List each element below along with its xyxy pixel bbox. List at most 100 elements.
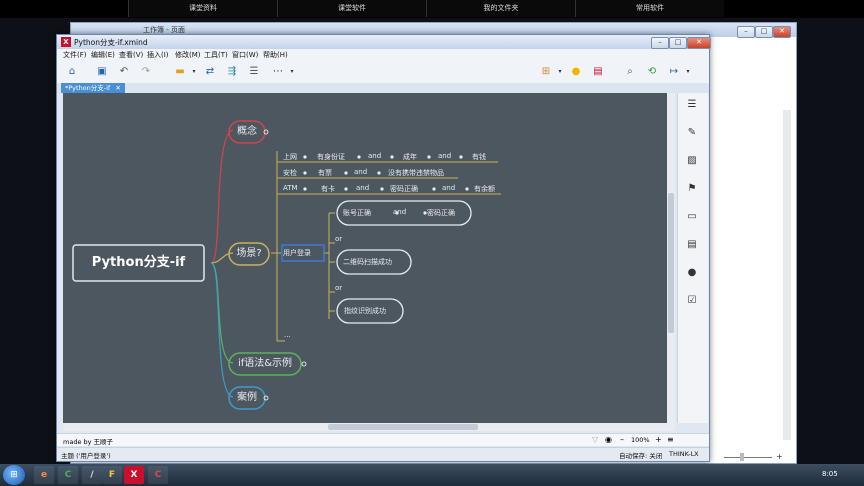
scene-and[interactable]: and — [368, 152, 381, 160]
scene-and[interactable]: and — [438, 152, 451, 160]
branch-if-syntax[interactable]: if语法&示例 — [229, 353, 301, 375]
scene-cond[interactable]: 有钱 — [472, 152, 486, 162]
cloud-password-correct[interactable]: 密码正确 — [427, 208, 455, 218]
horizontal-scroll-thumb[interactable] — [328, 424, 478, 430]
branch-concept[interactable]: 概念 — [229, 121, 265, 143]
share-icon[interactable]: ⟲ — [645, 65, 659, 79]
menu-window[interactable]: 窗口(W) — [232, 50, 258, 60]
bulb-icon[interactable]: ● — [569, 65, 583, 79]
chevron-down-icon[interactable]: ▾ — [553, 65, 567, 79]
marker-flag-icon[interactable]: ⚑ — [686, 183, 698, 195]
outline-icon[interactable]: ☰ — [686, 99, 698, 111]
scene-cond[interactable]: 有卡 — [321, 184, 335, 194]
scene-and[interactable]: and — [356, 184, 369, 192]
menu-file[interactable]: 文件(F) — [63, 50, 87, 60]
sync-icon[interactable]: ⇄ — [203, 65, 217, 79]
central-topic[interactable]: Python分支-if — [73, 245, 204, 281]
undo-icon[interactable]: ↶ — [117, 65, 131, 79]
image-icon[interactable]: ▨ — [686, 155, 698, 167]
scene-cond[interactable]: 有身份证 — [317, 152, 345, 162]
bg-maximize-button[interactable]: □ — [755, 26, 773, 38]
start-button[interactable]: ⊞ — [3, 465, 25, 485]
menu-tools[interactable]: 工具(T) — [204, 50, 228, 60]
menu-edit[interactable]: 编辑(E) — [91, 50, 115, 60]
scene-cond[interactable]: 有票 — [318, 168, 332, 178]
scene-internet[interactable]: 上网 — [283, 152, 297, 162]
output-icon[interactable]: ↦ — [667, 65, 681, 79]
taskbar-app[interactable]: C — [148, 466, 168, 484]
zoom-in-button[interactable]: + — [655, 435, 662, 444]
menu-view[interactable]: 查看(V) — [119, 50, 143, 60]
comment-icon[interactable]: ● — [686, 267, 698, 279]
chevron-down-icon[interactable]: ▾ — [681, 65, 695, 79]
minimize-button[interactable]: – — [651, 37, 669, 49]
branch-scenarios[interactable]: 场景? — [229, 243, 269, 265]
close-button[interactable]: ✕ — [687, 37, 711, 49]
maximize-button[interactable]: □ — [669, 37, 687, 49]
zoom-out-button[interactable]: – — [620, 435, 624, 444]
document-tab-label: *Python分支-if — [65, 84, 111, 92]
bg-scrollbar[interactable] — [783, 110, 791, 440]
cloud-account-correct[interactable]: 账号正确 — [343, 208, 371, 218]
filter-icon[interactable]: ▽ — [592, 435, 598, 444]
export-icon[interactable]: ⇶ — [225, 65, 239, 79]
document-tab[interactable]: *Python分支-if ✕ — [61, 83, 125, 93]
taskbar: ⊞ e C / F X C 8:05 — [0, 464, 864, 486]
window-titlebar[interactable]: X Python分支-if.xmind – □ ✕ — [57, 35, 711, 49]
menu-insert[interactable]: 插入(I) — [147, 50, 169, 60]
layout-icon[interactable]: ▤ — [591, 65, 605, 79]
topnav-item-my-folder[interactable]: 我的文件夹 — [426, 0, 575, 17]
notes-text[interactable]: made by 王顺子 — [63, 436, 113, 446]
taskbar-clock[interactable]: 8:05 — [822, 470, 838, 478]
save-icon[interactable]: ▣ — [95, 65, 109, 79]
chevron-down-icon[interactable]: ▾ — [285, 65, 299, 79]
cloud-qrcode-success[interactable]: 二维码扫描成功 — [343, 257, 392, 267]
redo-icon[interactable]: ↷ — [139, 65, 153, 79]
taskbar-app[interactable]: / — [82, 466, 102, 484]
scene-and[interactable]: and — [354, 168, 367, 176]
format-brush-icon[interactable]: ✎ — [686, 127, 698, 139]
topnav-item-course-software[interactable]: 课堂软件 — [277, 0, 426, 17]
note-icon[interactable]: ▭ — [686, 211, 698, 223]
scene-cond[interactable]: 有余额 — [474, 184, 495, 194]
branch-cases[interactable]: 案例 — [229, 387, 265, 409]
chevron-down-icon[interactable]: ▾ — [187, 65, 201, 79]
theme-icon[interactable]: ⊞ — [539, 65, 553, 79]
taskbar-app[interactable]: e — [34, 466, 54, 484]
scene-and[interactable]: and — [442, 184, 455, 192]
document-icon[interactable]: ▤ — [686, 239, 698, 251]
menu-help[interactable]: 帮助(H) — [263, 50, 288, 60]
bg-close-button[interactable]: ✕ — [773, 26, 791, 38]
fit-icon[interactable]: ≡ — [667, 435, 674, 444]
horizontal-scrollbar[interactable] — [63, 423, 675, 431]
topnav-item-course-materials[interactable]: 课堂资料 — [128, 0, 277, 17]
vertical-scroll-thumb[interactable] — [668, 193, 674, 333]
bg-zoom-slider[interactable]: + — [716, 452, 786, 462]
topic-user-login[interactable]: 用户登录 — [283, 248, 311, 258]
taskbar-app[interactable]: F — [102, 466, 122, 484]
close-icon[interactable]: ✕ — [115, 84, 120, 92]
task-icon[interactable]: ☑ — [686, 295, 698, 307]
status-autosave[interactable]: 自动保存: 关闭 — [619, 450, 662, 460]
scene-cond[interactable]: 密码正确 — [390, 184, 418, 194]
cloud-and[interactable]: and — [393, 208, 406, 216]
taskbar-app-xmind[interactable]: X — [124, 466, 144, 484]
home-icon[interactable]: ⌂ — [65, 65, 79, 79]
topic-more[interactable]: ... — [284, 331, 291, 339]
scene-security[interactable]: 安检 — [283, 168, 297, 178]
taskbar-app[interactable]: C — [58, 466, 78, 484]
folder-icon[interactable]: ▬ — [173, 65, 187, 79]
scene-cond[interactable]: 成年 — [403, 152, 417, 162]
search-icon[interactable]: ⌕ — [623, 65, 637, 79]
cloud-fingerprint-success[interactable]: 指纹识别成功 — [344, 306, 386, 316]
bg-minimize-button[interactable]: – — [737, 26, 755, 38]
topnav-item-common-software[interactable]: 常用软件 — [575, 0, 724, 17]
scene-cond[interactable]: 没有携带违禁物品 — [388, 168, 444, 178]
scene-atm[interactable]: ATM — [283, 184, 298, 192]
mindmap-canvas[interactable]: Python分支-if 概念 场景? if语法&示例 案例 上网 有身份证 an… — [63, 93, 667, 423]
eye-icon[interactable]: ◉ — [605, 435, 612, 444]
more-icon[interactable]: ⋯ — [271, 65, 285, 79]
list-icon[interactable]: ☰ — [247, 65, 261, 79]
vertical-scrollbar[interactable] — [667, 93, 675, 423]
menu-modify[interactable]: 修改(M) — [175, 50, 201, 60]
